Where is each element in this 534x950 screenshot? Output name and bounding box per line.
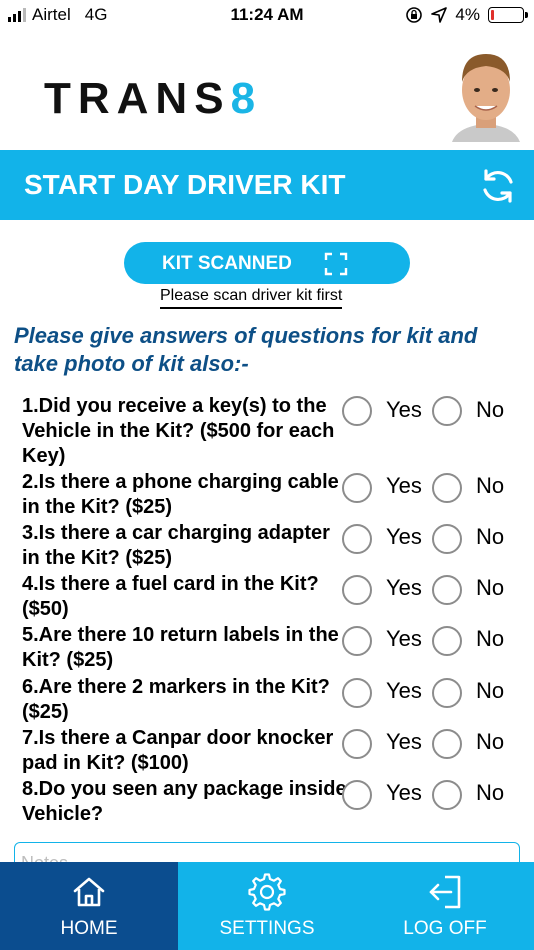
- logout-icon: [429, 875, 461, 909]
- question-text: 8.Do you seen any package inside Vehicle…: [22, 778, 347, 825]
- yes-radio[interactable]: [342, 396, 372, 426]
- yes-radio[interactable]: [342, 729, 372, 759]
- no-label: No: [476, 575, 505, 600]
- kit-scanned-label: KIT SCANNED: [162, 253, 292, 274]
- tab-label: SETTINGS: [219, 918, 315, 939]
- question-text: 5.Are there 10 return labels in the Kit?…: [22, 624, 339, 671]
- no-radio[interactable]: [432, 575, 462, 605]
- title-bar: START DAY DRIVER KIT: [0, 150, 534, 220]
- yes-radio[interactable]: [342, 524, 372, 554]
- no-radio[interactable]: [432, 729, 462, 759]
- yes-radio[interactable]: [342, 780, 372, 810]
- no-radio[interactable]: [432, 524, 462, 554]
- yes-label: Yes: [386, 678, 422, 703]
- tab-log-off[interactable]: LOG OFF: [356, 862, 534, 950]
- no-radio[interactable]: [432, 396, 462, 426]
- question-text: 2.Is there a phone charging cable in the…: [22, 471, 339, 518]
- battery-percent: 4%: [455, 5, 480, 24]
- yes-radio[interactable]: [342, 473, 372, 503]
- location-icon: [431, 7, 448, 23]
- no-label: No: [476, 780, 505, 805]
- question-text: 6.Are there 2 markers in the Kit? ($25): [22, 676, 330, 723]
- question-text: 1.Did you receive a key(s) to the Vehicl…: [22, 395, 335, 467]
- yes-label: Yes: [386, 780, 422, 805]
- yes-radio[interactable]: [342, 678, 372, 708]
- logo-main: TRANS: [44, 74, 231, 123]
- question-text: 7.Is there a Canpar door knocker pad in …: [22, 727, 334, 774]
- page-title: START DAY DRIVER KIT: [24, 169, 346, 200]
- refresh-icon[interactable]: [478, 166, 518, 206]
- gear-icon: [248, 873, 286, 911]
- logo-accent: 8: [230, 74, 263, 123]
- yes-label: Yes: [386, 524, 422, 549]
- no-radio[interactable]: [432, 678, 462, 708]
- yes-label: Yes: [386, 473, 422, 498]
- question-text: 4.Is there a fuel card in the Kit? ($50): [22, 573, 319, 620]
- no-label: No: [476, 678, 505, 703]
- yes-label: Yes: [386, 397, 422, 422]
- status-bar: Airtel 4G 11:24 AM 4%: [0, 0, 534, 30]
- orientation-lock-icon: [406, 7, 423, 23]
- instructions-text: Please give answers of questions for kit…: [14, 323, 478, 376]
- avatar-image: [448, 42, 524, 142]
- scan-instruction: Please scan driver kit first: [160, 287, 343, 309]
- no-label: No: [476, 473, 505, 498]
- no-radio[interactable]: [432, 473, 462, 503]
- tab-label: LOG OFF: [403, 918, 487, 939]
- no-label: No: [476, 729, 505, 754]
- kit-scanned-button[interactable]: KIT SCANNED: [124, 242, 410, 284]
- no-label: No: [476, 626, 505, 651]
- tab-home[interactable]: HOME: [0, 862, 178, 950]
- tab-settings[interactable]: SETTINGS: [178, 862, 356, 950]
- home-icon: [73, 877, 105, 907]
- status-right: 4%: [405, 5, 528, 25]
- user-avatar[interactable]: [448, 42, 524, 142]
- scan-icon: [324, 252, 348, 276]
- app-logo: TRANS8: [44, 74, 262, 124]
- yes-radio[interactable]: [342, 575, 372, 605]
- yes-label: Yes: [386, 575, 422, 600]
- no-label: No: [476, 524, 505, 549]
- yes-label: Yes: [386, 626, 422, 651]
- tab-bar: HOME SETTINGS LOG OFF: [0, 862, 534, 950]
- yes-label: Yes: [386, 729, 422, 754]
- question-text: 3.Is there a car charging adapter in the…: [22, 522, 330, 569]
- yes-radio[interactable]: [342, 626, 372, 656]
- no-radio[interactable]: [432, 626, 462, 656]
- tab-label: HOME: [60, 918, 118, 939]
- battery-icon: [488, 7, 528, 23]
- no-radio[interactable]: [432, 780, 462, 810]
- no-label: No: [476, 397, 505, 422]
